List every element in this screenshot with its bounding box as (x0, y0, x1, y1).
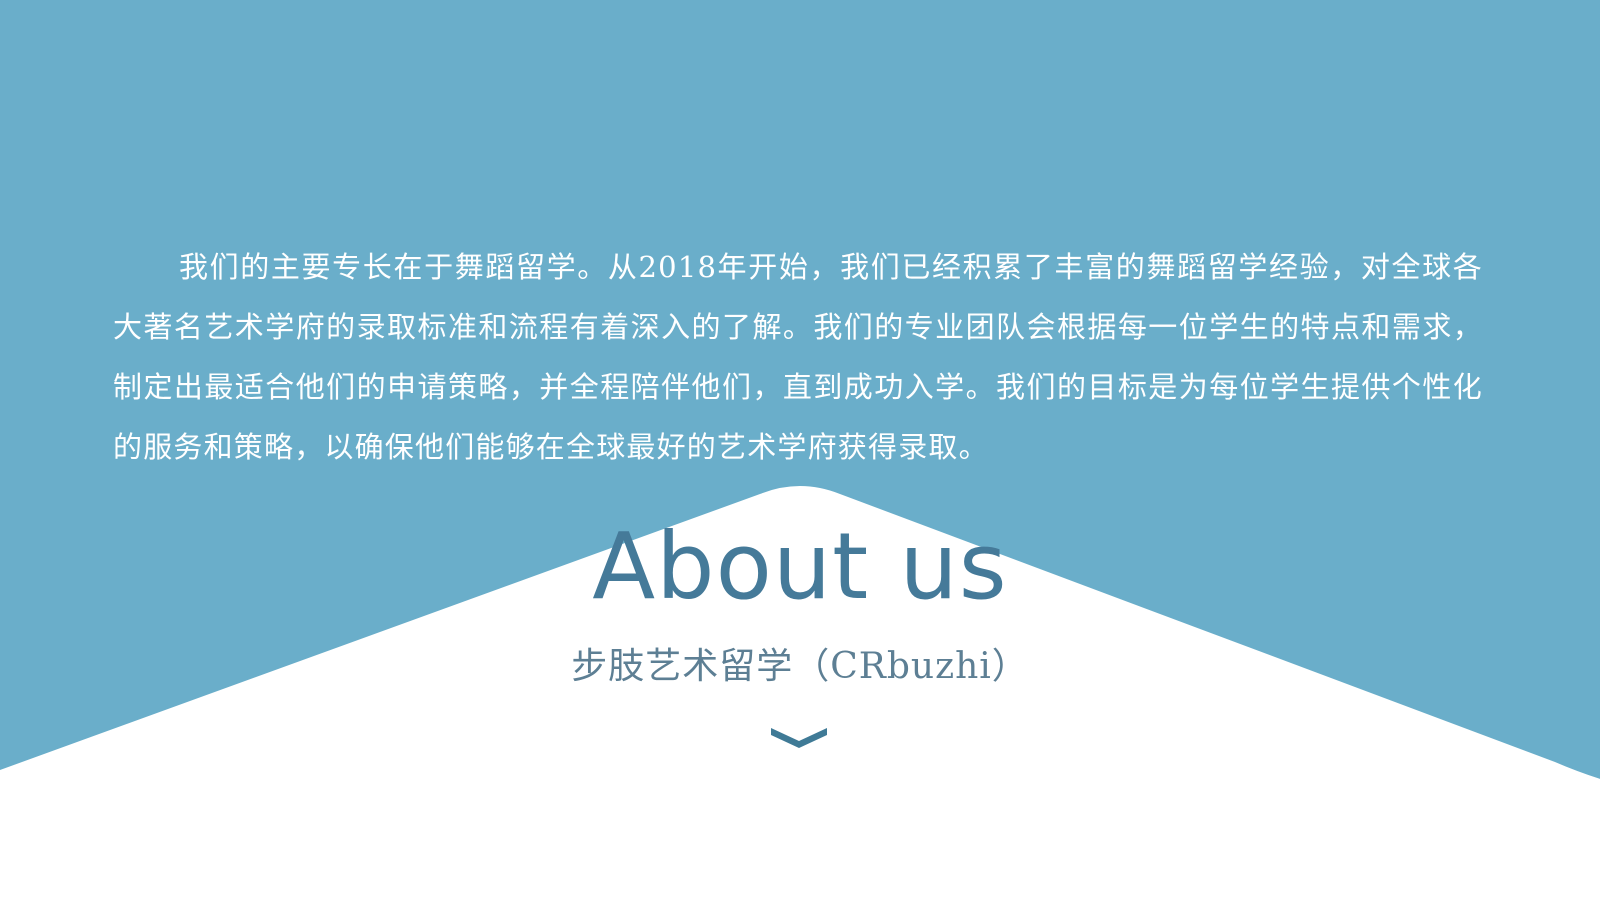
brand-subtitle: 步肢艺术留学（CRbuzhi） (571, 646, 1029, 687)
about-slide: 我们的主要专长在于舞蹈留学。从2018年开始，我们已经积累了丰富的舞蹈留学经验，… (0, 0, 1600, 900)
intro-paragraph: 我们的主要专长在于舞蹈留学。从2018年开始，我们已经积累了丰富的舞蹈留学经验，… (113, 250, 1483, 464)
chevron-down-icon[interactable] (769, 722, 829, 752)
about-title: About us (592, 513, 1008, 620)
